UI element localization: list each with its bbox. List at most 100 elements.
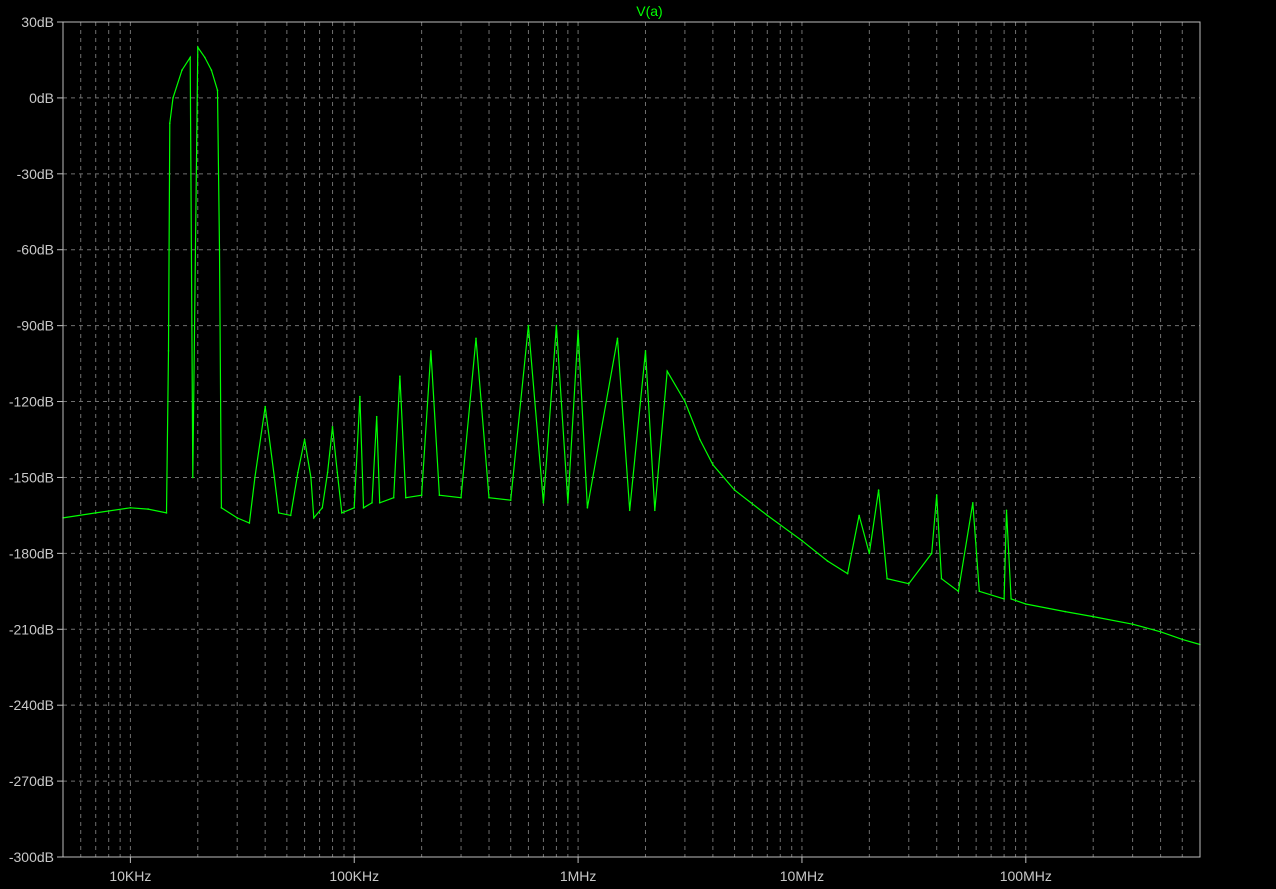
data-point <box>197 46 199 49</box>
data-point <box>277 512 280 514</box>
data-point <box>289 514 292 517</box>
data-point <box>220 507 223 509</box>
data-point <box>1003 598 1005 600</box>
data-point <box>733 489 736 491</box>
y-tick-label: -120dB <box>9 394 54 410</box>
data-point <box>766 514 769 517</box>
data-point <box>210 69 213 71</box>
data-point <box>273 476 276 479</box>
data-point <box>684 400 686 403</box>
data-point <box>935 494 938 497</box>
y-tick-label: 30dB <box>21 14 54 30</box>
data-point <box>172 97 174 99</box>
data-point <box>310 476 312 479</box>
data-point <box>877 489 880 491</box>
data-point <box>129 507 132 509</box>
data-point <box>169 122 171 124</box>
data-point <box>405 496 407 499</box>
data-point <box>378 502 381 504</box>
y-tick-label: -240dB <box>9 697 54 713</box>
data-point <box>147 508 149 510</box>
data-point <box>218 248 221 251</box>
y-tick-label: -90dB <box>17 318 54 334</box>
data-point <box>236 517 238 519</box>
data-point <box>353 507 356 509</box>
y-tick-label: -60dB <box>17 242 54 258</box>
data-point <box>555 324 558 327</box>
data-point <box>577 329 579 332</box>
data-point <box>189 56 191 59</box>
y-tick-label: -210dB <box>9 621 54 637</box>
data-point <box>1010 598 1012 600</box>
data-point <box>616 337 619 340</box>
plot-background <box>0 0 1276 889</box>
data-point <box>1181 638 1184 641</box>
data-point <box>430 350 432 352</box>
data-point <box>341 512 343 514</box>
data-point <box>586 507 589 509</box>
data-point <box>1131 623 1134 625</box>
data-point <box>399 375 401 378</box>
data-point <box>336 471 339 474</box>
data-point <box>801 539 803 542</box>
data-point <box>321 507 324 509</box>
data-point <box>972 502 974 504</box>
data-point <box>846 572 849 575</box>
series-title: V(a) <box>636 3 662 19</box>
y-tick-label: -180dB <box>9 545 54 561</box>
data-point <box>886 577 888 580</box>
data-point <box>297 471 299 474</box>
data-point <box>666 370 668 373</box>
data-point <box>628 509 631 512</box>
data-point <box>326 471 329 474</box>
data-point <box>420 494 423 497</box>
data-point <box>181 69 183 71</box>
data-point <box>375 415 378 418</box>
y-tick-label: -150dB <box>9 469 54 485</box>
data-point <box>192 476 194 479</box>
data-point <box>359 395 361 398</box>
data-point <box>908 582 910 585</box>
data-point <box>654 509 656 512</box>
data-point <box>644 350 647 352</box>
data-point <box>303 438 306 441</box>
data-point <box>488 496 490 499</box>
x-tick-label: 10KHz <box>109 868 151 884</box>
data-point <box>313 517 315 519</box>
data-point <box>957 590 960 593</box>
data-point <box>1005 509 1008 512</box>
data-point <box>331 426 334 428</box>
data-point <box>204 56 206 59</box>
data-point <box>216 89 219 92</box>
data-point <box>868 552 871 555</box>
data-point <box>712 464 714 466</box>
data-point <box>826 560 829 562</box>
data-point <box>527 324 530 327</box>
data-point <box>699 438 701 441</box>
y-tick-label: -270dB <box>9 773 54 789</box>
data-point <box>254 476 256 479</box>
data-point <box>1025 603 1027 605</box>
data-point <box>542 502 545 504</box>
data-point <box>509 499 512 502</box>
data-point <box>940 577 943 580</box>
y-tick-label: 0dB <box>29 90 54 106</box>
data-point <box>362 507 365 509</box>
data-point <box>94 512 97 514</box>
data-point <box>264 405 267 408</box>
data-point <box>1159 631 1162 633</box>
data-point <box>1092 615 1094 618</box>
data-point <box>858 514 860 517</box>
data-point <box>460 496 462 499</box>
data-point <box>930 552 933 555</box>
data-point <box>371 502 373 504</box>
data-point <box>392 496 395 499</box>
data-point <box>167 350 170 352</box>
x-tick-label: 10MHz <box>780 868 824 884</box>
spectrum-plot: 30dB 0dB -30dB -60dB -90dB -120dB -150dB -180dB… <box>0 0 1276 889</box>
data-point <box>978 590 981 593</box>
y-tick-label: -300dB <box>9 849 54 865</box>
x-tick-label: 100MHz <box>1000 868 1052 884</box>
x-tick-label: 1MHz <box>560 868 597 884</box>
data-point <box>165 512 168 514</box>
